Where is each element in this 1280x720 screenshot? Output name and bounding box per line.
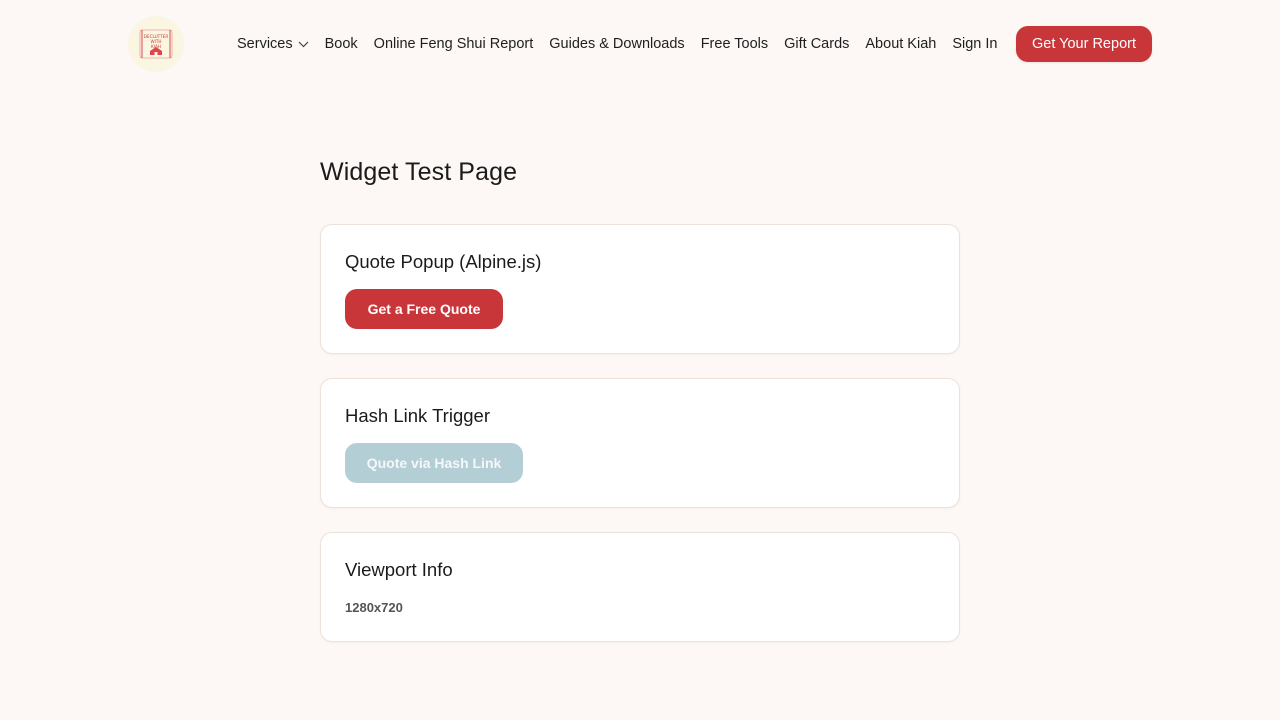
- get-your-report-button[interactable]: Get Your Report: [1016, 26, 1152, 62]
- site-header: DECLUTTER WITH KIAH Services Book Online…: [0, 0, 1280, 88]
- viewport-info-card: Viewport Info 1280x720: [320, 532, 960, 642]
- card-title: Hash Link Trigger: [345, 405, 490, 426]
- nav-item-book[interactable]: Book: [325, 36, 358, 52]
- get-free-quote-button[interactable]: Get a Free Quote: [345, 289, 503, 329]
- site-logo[interactable]: DECLUTTER WITH KIAH: [128, 16, 184, 72]
- page-title: Widget Test Page: [320, 158, 518, 186]
- nav-item-about-kiah[interactable]: About Kiah: [865, 36, 936, 52]
- nav-item-services-label: Services: [237, 36, 293, 52]
- nav-item-gift-cards[interactable]: Gift Cards: [784, 36, 849, 52]
- card-title: Viewport Info: [345, 559, 453, 580]
- logo-icon: DECLUTTER WITH KIAH: [139, 29, 173, 59]
- card-title: Quote Popup (Alpine.js): [345, 251, 542, 272]
- nav-item-services[interactable]: Services: [237, 36, 309, 52]
- nav-item-guides-downloads[interactable]: Guides & Downloads: [549, 36, 684, 52]
- main-nav: Services Book Online Feng Shui Report Gu…: [237, 26, 1014, 62]
- viewport-size-value: 1280x720: [345, 600, 403, 615]
- nav-item-free-tools[interactable]: Free Tools: [701, 36, 768, 52]
- chevron-down-icon: [298, 41, 309, 48]
- quote-via-hash-link-button[interactable]: Quote via Hash Link: [345, 443, 523, 483]
- hash-link-card: Hash Link Trigger Quote via Hash Link: [320, 378, 960, 508]
- nav-item-online-feng-shui-report[interactable]: Online Feng Shui Report: [374, 36, 534, 52]
- nav-item-sign-in[interactable]: Sign In: [952, 36, 997, 52]
- quote-popup-card: Quote Popup (Alpine.js) Get a Free Quote: [320, 224, 960, 354]
